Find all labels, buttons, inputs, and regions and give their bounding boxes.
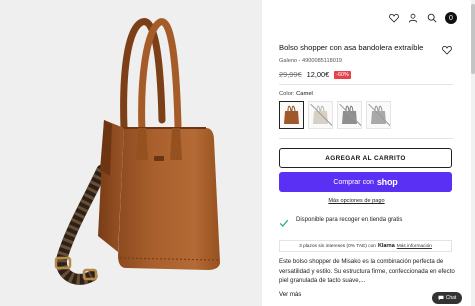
product-title: Bolso shopper con asa bandolera extraíbl… [279, 43, 424, 52]
account-icon[interactable] [407, 13, 418, 24]
heart-icon[interactable] [388, 13, 399, 24]
price-row: 29,99€ 12,00€ -60% [279, 70, 351, 79]
more-payment-options-label: Más opciones de pago [328, 198, 385, 204]
header-icons: 0 [388, 12, 457, 24]
divider [279, 138, 453, 139]
klarna-more-info-link[interactable]: Más información [397, 244, 432, 249]
chat-bubble-icon [438, 295, 444, 301]
klarna-logo: Klarna [377, 243, 395, 249]
color-swatches [279, 101, 391, 129]
cart-count-badge[interactable]: 0 [445, 12, 457, 24]
discount-badge: -60% [334, 70, 351, 79]
swatch-light-grey[interactable] [366, 101, 391, 129]
more-payment-options-link[interactable]: Más opciones de pago [262, 198, 475, 204]
add-to-cart-button[interactable]: AGREGAR AL CARRITO [279, 148, 452, 168]
product-image[interactable] [0, 0, 262, 306]
product-sku: Galeno - 4900085118019 [279, 58, 343, 64]
color-value: Camel [296, 91, 313, 97]
check-icon [279, 215, 289, 227]
color-label-prefix: Color: [279, 91, 295, 97]
product-description: Este bolso shopper de Misako es la combi… [279, 258, 455, 284]
shop-pay-button[interactable]: Comprar con shop [279, 172, 452, 192]
handbag-illustration [54, 18, 220, 285]
klarna-prefix: 3 plazos sin intereses (0% TAE) con [299, 243, 376, 249]
swatch-camel[interactable] [279, 101, 304, 129]
pickup-availability: Disponible para recoger en tienda gratis [279, 215, 403, 227]
scrollbar[interactable] [471, 0, 475, 306]
pickup-text: Disponible para recoger en tienda gratis [296, 217, 403, 223]
product-panel: 0 Bolso shopper con asa bandolera extraí… [262, 0, 475, 306]
chat-button[interactable]: Chat [432, 292, 462, 304]
swatch-beige[interactable] [308, 101, 333, 129]
shop-brand-logo: shop [376, 177, 398, 187]
swatch-grey[interactable] [337, 101, 362, 129]
divider [279, 84, 453, 85]
wishlist-heart-icon[interactable] [442, 42, 452, 55]
old-price: 29,99€ [279, 70, 302, 79]
shop-pay-label: Comprar con [333, 178, 374, 186]
color-label: Color: Camel [279, 91, 313, 97]
chat-label: Chat [445, 295, 457, 301]
see-more-link[interactable]: Ver más [279, 291, 301, 298]
scrollbar-thumb[interactable] [471, 4, 475, 74]
klarna-installments: 3 plazos sin intereses (0% TAE) con Klar… [279, 240, 452, 252]
search-icon[interactable] [426, 13, 437, 24]
current-price: 12,00€ [306, 70, 330, 79]
